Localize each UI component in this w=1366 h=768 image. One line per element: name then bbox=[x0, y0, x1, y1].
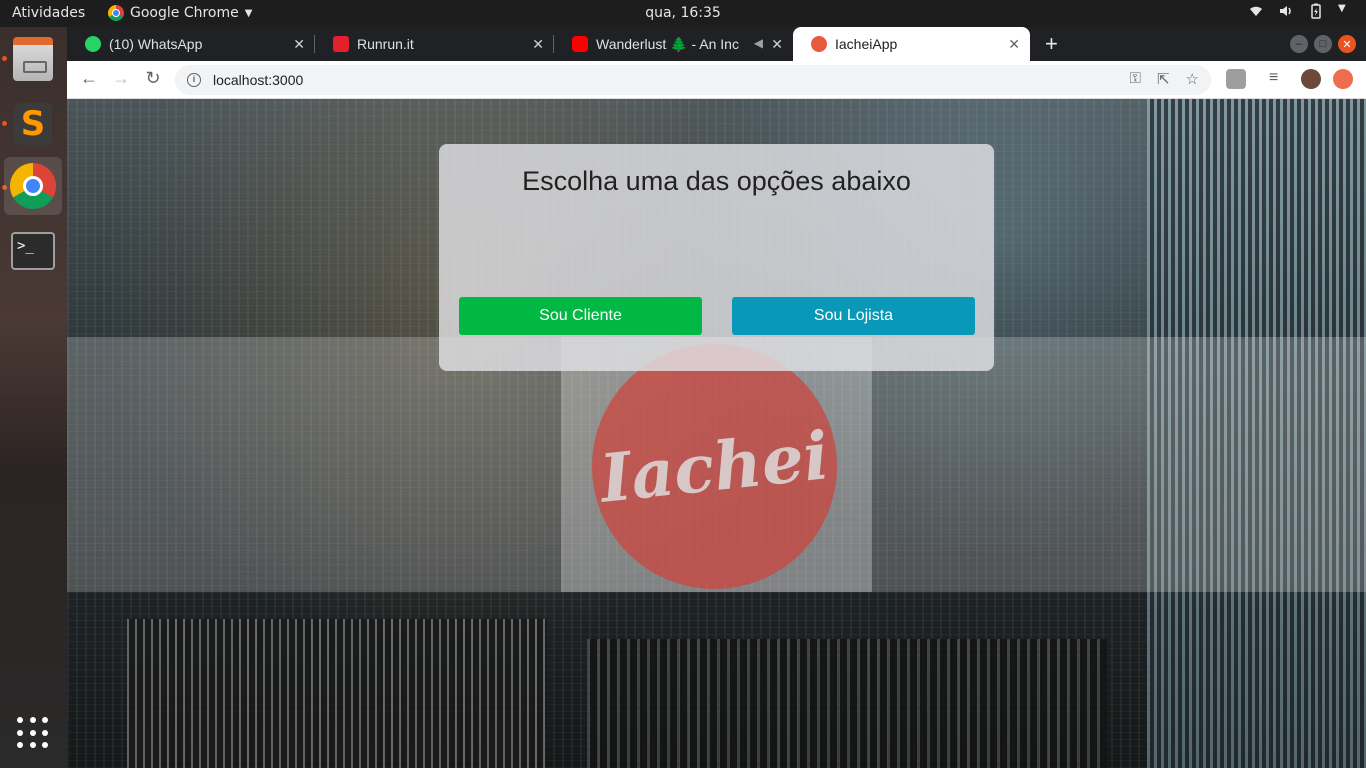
files-launcher[interactable] bbox=[4, 30, 62, 88]
speaker-icon: ◀ bbox=[753, 36, 763, 50]
new-tab-button[interactable]: + bbox=[1045, 31, 1058, 57]
url-text: localhost:3000 bbox=[213, 72, 304, 88]
wifi-icon bbox=[1248, 3, 1264, 19]
tab-whatsapp[interactable]: (10) WhatsApp ✕ bbox=[67, 27, 315, 61]
back-button[interactable]: ← bbox=[77, 68, 101, 89]
site-info-icon[interactable]: i bbox=[187, 73, 201, 87]
terminal-launcher[interactable]: >_ bbox=[4, 222, 62, 280]
app-menu-label: Google Chrome bbox=[130, 5, 239, 21]
dock: S >_ bbox=[0, 27, 67, 768]
sublime-text-icon: S bbox=[14, 103, 52, 145]
iachei-icon bbox=[811, 36, 827, 52]
maximize-button[interactable]: □ bbox=[1314, 35, 1332, 53]
media-controls-icon[interactable]: ≡ bbox=[1269, 69, 1289, 89]
system-top-bar: Atividades Google Chrome ▼ qua, 16:35 ▼ bbox=[0, 0, 1366, 27]
window-controls: – □ ✕ bbox=[1290, 35, 1356, 53]
chrome-icon bbox=[10, 163, 56, 209]
options-card: Escolha uma das opções abaixo Sou Client… bbox=[439, 144, 994, 371]
power-menu-icon: ▼ bbox=[1338, 3, 1346, 14]
tab-title: Wanderlust 🌲 - An Inc bbox=[596, 35, 739, 52]
reload-button[interactable]: ↻ bbox=[141, 68, 165, 89]
background-building bbox=[127, 619, 547, 768]
youtube-icon bbox=[572, 36, 588, 52]
iachei-logo: Iachei bbox=[592, 344, 837, 589]
runrun-icon bbox=[333, 36, 349, 52]
tab-title: (10) WhatsApp bbox=[109, 36, 203, 52]
close-icon[interactable]: ✕ bbox=[532, 36, 544, 53]
battery-icon bbox=[1308, 3, 1324, 19]
address-bar[interactable]: i localhost:3000 ⚿ ⇱ ☆ bbox=[175, 65, 1211, 95]
background-building bbox=[587, 639, 1107, 768]
tab-runrun[interactable]: Runrun.it ✕ bbox=[315, 27, 554, 61]
chrome-launcher[interactable] bbox=[4, 157, 62, 215]
close-window-button[interactable]: ✕ bbox=[1338, 35, 1356, 53]
page-viewport: Iachei Escolha uma das opções abaixo Sou… bbox=[67, 99, 1366, 768]
avatar[interactable] bbox=[1301, 69, 1321, 89]
app-menu[interactable]: Google Chrome ▼ bbox=[108, 5, 252, 21]
close-icon[interactable]: ✕ bbox=[293, 36, 305, 53]
close-icon[interactable]: ✕ bbox=[1008, 36, 1020, 53]
volume-icon bbox=[1278, 3, 1294, 19]
update-icon[interactable] bbox=[1333, 69, 1353, 89]
logo-text: Iachei bbox=[596, 415, 833, 518]
open-in-new-icon[interactable]: ⇱ bbox=[1157, 70, 1170, 88]
sou-lojista-button[interactable]: Sou Lojista bbox=[732, 297, 975, 335]
bookmark-star-icon[interactable]: ☆ bbox=[1186, 70, 1199, 88]
page-title: Escolha uma das opções abaixo bbox=[522, 166, 911, 196]
files-icon bbox=[13, 37, 53, 81]
chrome-icon bbox=[108, 5, 124, 21]
sou-cliente-button[interactable]: Sou Cliente bbox=[459, 297, 702, 335]
close-icon[interactable]: ✕ bbox=[771, 36, 783, 53]
minimize-button[interactable]: – bbox=[1290, 35, 1308, 53]
terminal-icon: >_ bbox=[11, 232, 55, 270]
tab-strip: (10) WhatsApp ✕ Runrun.it ✕ Wanderlust 🌲… bbox=[67, 27, 1366, 61]
key-icon[interactable]: ⚿ bbox=[1130, 70, 1141, 88]
tab-title: Runrun.it bbox=[357, 36, 414, 52]
show-applications-icon[interactable] bbox=[17, 717, 49, 749]
activities-button[interactable]: Atividades bbox=[12, 5, 85, 21]
system-tray[interactable]: ▼ bbox=[1248, 3, 1354, 19]
sublime-launcher[interactable]: S bbox=[4, 95, 62, 153]
tab-title: IacheiApp bbox=[835, 36, 898, 52]
chevron-down-icon: ▼ bbox=[244, 7, 253, 19]
browser-toolbar: ← → ↻ i localhost:3000 ⚿ ⇱ ☆ ≡ bbox=[67, 61, 1366, 99]
forward-button[interactable]: → bbox=[109, 68, 133, 89]
whatsapp-icon bbox=[85, 36, 101, 52]
extension-icon[interactable] bbox=[1226, 69, 1246, 89]
tab-iacheiapp[interactable]: IacheiApp ✕ bbox=[793, 27, 1030, 61]
tab-wanderlust[interactable]: Wanderlust 🌲 - An Inc ◀ ✕ bbox=[554, 27, 793, 61]
